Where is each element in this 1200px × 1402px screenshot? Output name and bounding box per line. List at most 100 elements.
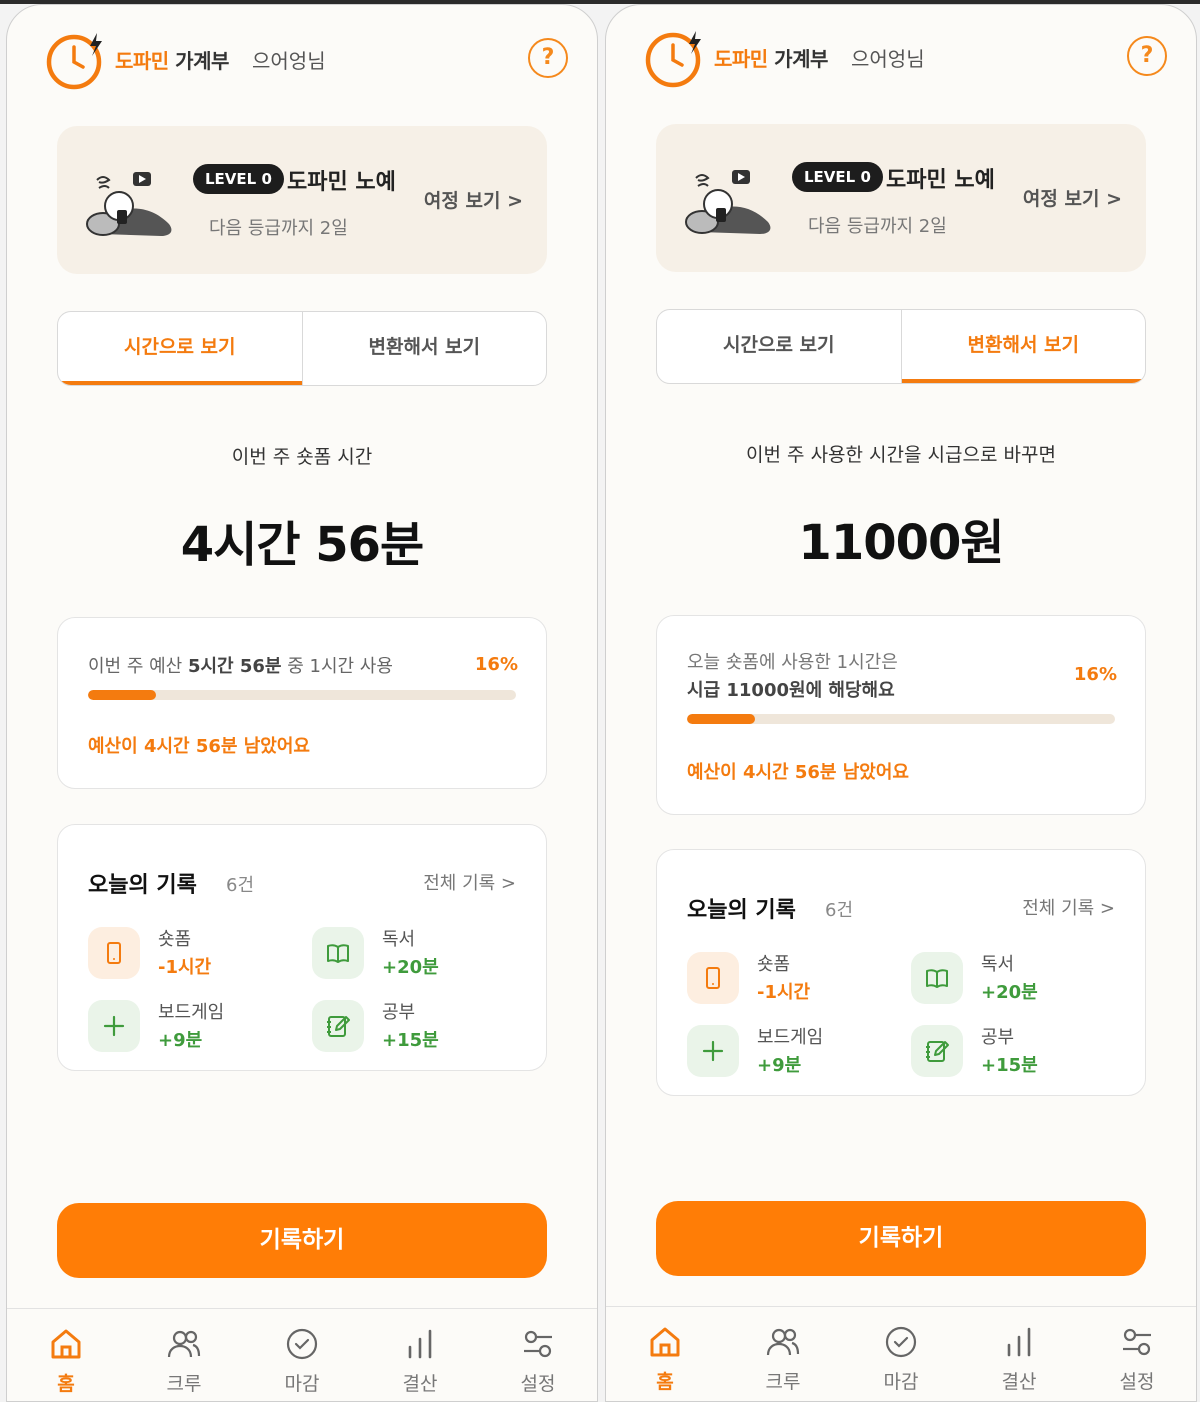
app-logo-clock-icon	[645, 31, 701, 88]
record-name: 공부	[382, 1002, 416, 1023]
record-item-reading[interactable]: 독서 +20분	[312, 925, 512, 985]
record-value: +20분	[981, 982, 1038, 1003]
book-icon	[911, 952, 963, 1004]
nav-crew[interactable]: 크루	[724, 1307, 842, 1401]
nav-settlement[interactable]: 결산	[361, 1309, 479, 1401]
nav-home[interactable]: 홈	[7, 1309, 125, 1401]
record-item-shortform[interactable]: 숏폼 -1시간	[88, 925, 288, 985]
nav-label: 홈	[57, 1373, 75, 1395]
budget-progress-bar	[687, 714, 1115, 724]
user-name: 으어엉님	[252, 49, 326, 73]
nav-settlement[interactable]: 결산	[960, 1307, 1078, 1401]
record-value: +20분	[382, 957, 439, 978]
phone-icon	[88, 927, 140, 979]
budget-card: 이번 주 예산 5시간 56분 중 1시간 사용 16% 예산이 4시간 56분…	[57, 617, 547, 789]
user-name: 으어엉님	[851, 47, 925, 71]
tab-time-view[interactable]: 시간으로 보기	[657, 310, 901, 383]
summary-label: 이번 주 숏폼 시간	[231, 446, 373, 468]
conversion-text-line2: 시급 11000원에 해당해요	[687, 680, 895, 701]
level-next-info: 다음 등급까지 2일	[808, 216, 947, 237]
plus-icon	[88, 1000, 140, 1052]
record-item-boardgame[interactable]: 보드게임 +9분	[88, 998, 288, 1058]
app-brand: 도파민 가계부	[714, 47, 828, 71]
all-records-link[interactable]: 전체 기록 >	[1022, 894, 1115, 920]
nav-crew[interactable]: 크루	[125, 1309, 243, 1401]
tab-converted-view[interactable]: 변환해서 보기	[301, 312, 547, 385]
note-pencil-icon	[312, 1000, 364, 1052]
sleeping-mascot-icon	[685, 170, 771, 234]
nav-label: 홈	[656, 1371, 674, 1393]
bottom-nav: 홈 크루 마감 결산 설정	[606, 1306, 1196, 1401]
level-badge: LEVEL 0	[792, 162, 883, 192]
budget-progress-fill	[687, 714, 756, 724]
budget-percent: 16%	[1073, 664, 1117, 685]
record-item-boardgame[interactable]: 보드게임 +9분	[687, 1023, 887, 1083]
level-name: 도파민 노예	[287, 170, 396, 195]
record-item-study[interactable]: 공부 +15분	[312, 998, 512, 1058]
help-button[interactable]: ?	[1127, 36, 1167, 76]
nav-label: 결산	[402, 1373, 438, 1395]
records-count: 6건	[825, 900, 854, 921]
record-value: +9분	[158, 1030, 203, 1051]
budget-percent: 16%	[474, 654, 518, 675]
record-value: +9분	[757, 1055, 802, 1076]
help-button[interactable]: ?	[528, 38, 568, 78]
app-brand: 도파민 가계부	[115, 49, 229, 73]
level-badge: LEVEL 0	[193, 164, 284, 194]
nav-settings[interactable]: 설정	[479, 1309, 597, 1401]
record-item-shortform[interactable]: 숏폼 -1시간	[687, 950, 887, 1010]
budget-progress-bar	[88, 690, 516, 700]
nav-settings[interactable]: 설정	[1078, 1307, 1196, 1401]
level-next-info: 다음 등급까지 2일	[209, 218, 348, 239]
tab-converted-view[interactable]: 변환해서 보기	[900, 310, 1146, 383]
home-icon	[650, 1327, 680, 1357]
level-card[interactable]: LEVEL 0 도파민 노예 다음 등급까지 2일 여정 보기 >	[57, 126, 547, 274]
record-name: 독서	[981, 954, 1015, 975]
summary-value: 4시간 56분	[180, 517, 424, 573]
settings-icon	[1123, 1328, 1151, 1356]
nav-label: 크루	[765, 1371, 801, 1393]
record-button[interactable]: 기록하기	[656, 1201, 1146, 1276]
today-records-card: 오늘의 기록 6건 전체 기록 > 숏폼 -1시간 독서 +20분 보드게임 +…	[57, 824, 547, 1071]
nav-label: 설정	[1119, 1371, 1155, 1393]
tab-time-view[interactable]: 시간으로 보기	[58, 312, 302, 385]
note-pencil-icon	[911, 1025, 963, 1077]
record-name: 보드게임	[158, 1002, 225, 1023]
check-circle-icon	[286, 1328, 318, 1360]
record-name: 공부	[981, 1027, 1015, 1048]
book-icon	[312, 927, 364, 979]
record-value: -1시간	[757, 982, 811, 1003]
bar-chart-icon	[1007, 1327, 1031, 1357]
record-item-reading[interactable]: 독서 +20분	[911, 950, 1111, 1010]
record-value: +15분	[981, 1055, 1038, 1076]
record-item-study[interactable]: 공부 +15분	[911, 1023, 1111, 1083]
phone-screen-converted-view: 도파민 가계부 으어엉님 ? LEVEL 0 도파민 노예 다음 등급까지 2일…	[605, 4, 1197, 1402]
all-records-link[interactable]: 전체 기록 >	[423, 869, 516, 895]
summary-value: 11000원	[798, 515, 1004, 571]
record-name: 독서	[382, 929, 416, 950]
budget-remaining: 예산이 4시간 56분 남았어요	[687, 762, 909, 783]
conversion-card: 오늘 숏폼에 사용한 1시간은 시급 11000원에 해당해요 16% 예산이 …	[656, 615, 1146, 815]
record-value: -1시간	[158, 957, 212, 978]
summary-label: 이번 주 사용한 시간을 시급으로 바꾸면	[746, 444, 1056, 466]
record-button[interactable]: 기록하기	[57, 1203, 547, 1278]
nav-home[interactable]: 홈	[606, 1307, 724, 1401]
view-tabs: 시간으로 보기 변환해서 보기	[656, 309, 1146, 384]
nav-label: 크루	[166, 1373, 202, 1395]
nav-closing[interactable]: 마감	[243, 1309, 361, 1401]
bottom-nav: 홈 크루 마감 결산 설정	[7, 1308, 597, 1401]
budget-progress-fill	[88, 690, 157, 700]
record-name: 숏폼	[757, 954, 791, 975]
nav-closing[interactable]: 마감	[842, 1307, 960, 1401]
record-name: 숏폼	[158, 929, 192, 950]
journey-link[interactable]: 여정 보기 >	[424, 186, 523, 213]
plus-icon	[687, 1025, 739, 1077]
people-icon	[766, 1328, 800, 1356]
check-circle-icon	[885, 1326, 917, 1358]
budget-remaining: 예산이 4시간 56분 남았어요	[88, 736, 310, 757]
journey-link[interactable]: 여정 보기 >	[1023, 184, 1122, 211]
nav-label: 결산	[1001, 1371, 1037, 1393]
app-logo-clock-icon	[46, 33, 102, 90]
level-card[interactable]: LEVEL 0 도파민 노예 다음 등급까지 2일 여정 보기 >	[656, 124, 1146, 272]
level-name: 도파민 노예	[886, 168, 995, 193]
